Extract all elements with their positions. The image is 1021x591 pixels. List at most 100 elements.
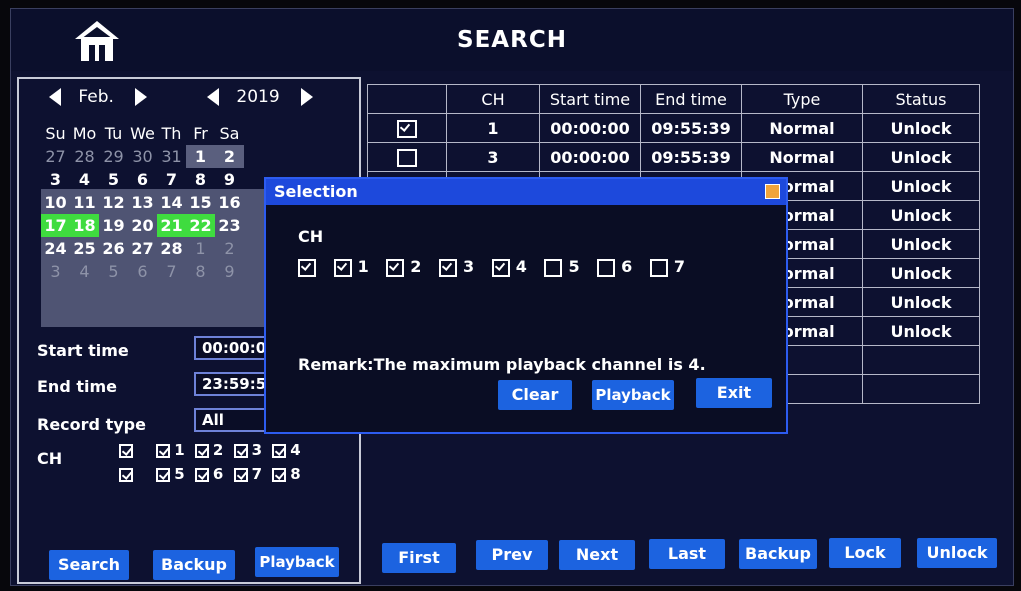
calendar-day[interactable]: 8 <box>186 260 215 283</box>
calendar-day[interactable]: 3 <box>41 168 70 191</box>
calendar-day[interactable]: 20 <box>128 214 157 237</box>
next-page-button[interactable]: Next <box>559 540 635 570</box>
calendar-day[interactable]: 29 <box>99 145 128 168</box>
calendar-day[interactable]: 2 <box>215 237 244 260</box>
calendar-day-recorded[interactable]: 22 <box>186 214 215 237</box>
backup-button[interactable]: Backup <box>153 550 235 580</box>
calendar-day[interactable]: 26 <box>99 237 128 260</box>
prev-month-icon[interactable] <box>49 88 61 106</box>
ch-checkbox[interactable] <box>194 467 209 482</box>
playback-button[interactable]: Playback <box>255 547 339 577</box>
ch-all-checkbox[interactable] <box>119 443 133 458</box>
lock-button[interactable]: Lock <box>829 538 901 568</box>
calendar-day[interactable]: 12 <box>99 191 128 214</box>
row-checkbox[interactable] <box>397 148 417 167</box>
backup-files-button[interactable]: Backup <box>739 539 817 569</box>
next-year-icon[interactable] <box>301 88 314 106</box>
calendar-day[interactable]: 25 <box>70 237 99 260</box>
row-select[interactable] <box>367 142 447 172</box>
unlock-button[interactable]: Unlock <box>917 538 997 568</box>
calendar-day-recorded[interactable]: 21 <box>157 214 186 237</box>
cell-start: 00:00:00 <box>539 142 641 172</box>
ch-checkbox[interactable] <box>272 443 287 458</box>
ch-all-checkbox[interactable] <box>119 467 133 482</box>
calendar-day[interactable]: 5 <box>99 168 128 191</box>
channel-checkbox[interactable] <box>544 258 563 277</box>
clear-button[interactable]: Clear <box>498 380 572 410</box>
select-all-checkbox[interactable] <box>298 258 316 277</box>
calendar-day-recorded[interactable]: 18 <box>70 214 99 237</box>
record-type-label: Record type <box>37 415 146 434</box>
calendar-day[interactable]: 5 <box>99 260 128 283</box>
column-header: Start time <box>539 84 641 114</box>
channel-checkbox[interactable] <box>386 258 405 277</box>
calendar-day[interactable]: 15 <box>186 191 215 214</box>
calendar-day[interactable]: 1 <box>186 145 215 168</box>
calendar-day[interactable]: 23 <box>215 214 244 237</box>
cell-end: 09:55:39 <box>640 142 742 172</box>
calendar-day[interactable]: 7 <box>157 260 186 283</box>
ch-checkbox[interactable] <box>233 467 248 482</box>
row-select[interactable] <box>367 113 447 143</box>
close-icon[interactable] <box>765 184 780 199</box>
calendar-day[interactable]: 19 <box>99 214 128 237</box>
row-checkbox[interactable] <box>397 119 417 138</box>
ch-checkbox[interactable] <box>156 467 171 482</box>
cell-status: Unlock <box>862 258 980 288</box>
calendar-day[interactable]: 27 <box>41 145 70 168</box>
cell-status: Unlock <box>862 316 980 346</box>
cell-end: 09:55:39 <box>640 113 742 143</box>
table-row[interactable]: 1 00:00:00 09:55:39 Normal Unlock <box>367 113 980 143</box>
calendar-day[interactable]: 2 <box>215 145 244 168</box>
search-screen: SEARCH Feb. 2019 Su Mo Tu We Th Fr Sa 27… <box>10 8 1014 586</box>
calendar-day[interactable]: 24 <box>41 237 70 260</box>
dialog-playback-button[interactable]: Playback <box>592 380 674 410</box>
calendar-day[interactable]: 9 <box>215 260 244 283</box>
channel-checkbox[interactable] <box>439 258 458 277</box>
calendar-day[interactable]: 6 <box>128 168 157 191</box>
channel-label: 3 <box>463 257 475 276</box>
search-button[interactable]: Search <box>49 550 129 580</box>
calendar-day[interactable]: 6 <box>128 260 157 283</box>
prev-page-button[interactable]: Prev <box>476 540 548 570</box>
next-month-icon[interactable] <box>135 88 148 106</box>
calendar-day[interactable]: 3 <box>41 260 70 283</box>
channel-checkbox[interactable] <box>333 258 352 277</box>
calendar-day[interactable]: 8 <box>186 168 215 191</box>
ch-checkbox[interactable] <box>233 443 248 458</box>
calendar-day[interactable]: 13 <box>128 191 157 214</box>
calendar-day[interactable]: 31 <box>157 145 186 168</box>
channel-label: 1 <box>357 257 369 276</box>
calendar-day[interactable]: 4 <box>70 260 99 283</box>
channel-checkbox[interactable] <box>491 258 510 277</box>
exit-button[interactable]: Exit <box>696 378 772 408</box>
first-page-button[interactable]: First <box>382 543 456 573</box>
ch-checkbox[interactable] <box>194 443 209 458</box>
calendar-day[interactable]: 27 <box>128 237 157 260</box>
calendar-day[interactable]: 28 <box>70 145 99 168</box>
calendar-day[interactable]: 30 <box>128 145 157 168</box>
ch-checkbox[interactable] <box>156 443 171 458</box>
calendar-day[interactable]: 9 <box>215 168 244 191</box>
month-nav: Feb. <box>49 87 148 107</box>
column-header: Status <box>862 84 980 114</box>
calendar-day[interactable]: 10 <box>41 191 70 214</box>
ch-checkbox-label: 8 <box>290 465 301 483</box>
calendar-day[interactable]: 16 <box>215 191 244 214</box>
calendar-day[interactable]: 14 <box>157 191 186 214</box>
calendar-day[interactable]: 4 <box>70 168 99 191</box>
calendar-day[interactable]: 11 <box>70 191 99 214</box>
channel-checkbox[interactable] <box>597 258 616 277</box>
ch-checkbox[interactable] <box>272 467 287 482</box>
weekday-label: Fr <box>193 124 208 143</box>
prev-year-icon[interactable] <box>207 88 219 106</box>
calendar-day-recorded[interactable]: 17 <box>41 214 70 237</box>
calendar-day[interactable]: 1 <box>186 237 215 260</box>
calendar-day[interactable]: 28 <box>157 237 186 260</box>
table-row[interactable]: 3 00:00:00 09:55:39 Normal Unlock <box>367 142 980 172</box>
last-page-button[interactable]: Last <box>649 539 725 569</box>
weekday-label: Tu <box>104 124 123 143</box>
channel-checkbox[interactable] <box>649 258 668 277</box>
calendar-day[interactable]: 7 <box>157 168 186 191</box>
weekday-label: Su <box>45 124 66 143</box>
